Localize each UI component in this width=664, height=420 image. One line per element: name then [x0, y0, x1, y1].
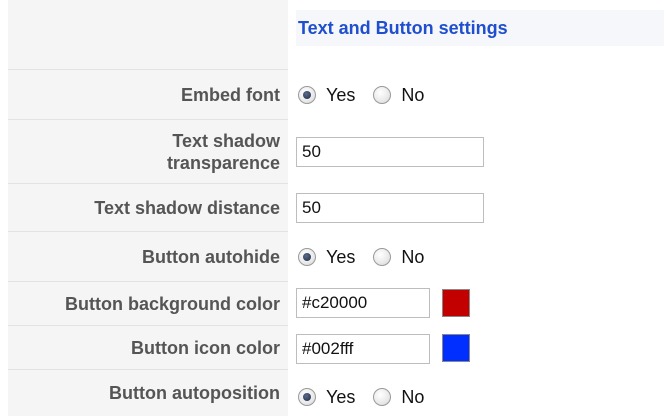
button-icon-color-input[interactable]: #002fff — [296, 334, 430, 364]
button-autohide-yes-label[interactable]: Yes — [326, 247, 355, 268]
embed-font-label: Embed font — [181, 85, 280, 105]
text-shadow-transparence-label: Text shadow transparence — [8, 120, 288, 184]
button-autoposition-label: Button autoposition — [109, 383, 280, 403]
text-shadow-transparence-label-line2: transparence — [166, 153, 280, 173]
button-autohide-no-label[interactable]: No — [401, 247, 424, 268]
embed-font-no-radio[interactable] — [373, 86, 392, 104]
embed-font-yes-radio[interactable] — [298, 86, 316, 104]
button-autoposition-no-radio[interactable] — [373, 388, 392, 406]
embed-font-no-label[interactable]: No — [401, 85, 424, 106]
button-autohide-radio-group: Yes No — [298, 232, 442, 282]
button-icon-color-label: Button icon color — [131, 338, 280, 358]
button-autohide-yes-radio[interactable] — [298, 248, 316, 266]
button-autoposition-no-label[interactable]: No — [401, 387, 424, 408]
text-shadow-transparence-input[interactable]: 50 — [296, 137, 484, 167]
text-shadow-transparence-label-line1: Text shadow — [172, 131, 280, 151]
text-shadow-distance-label: Text shadow distance — [94, 198, 280, 218]
embed-font-radio-group: Yes No — [298, 70, 442, 120]
button-background-color-input[interactable]: #c20000 — [296, 288, 430, 318]
section-title-text: Text and Button settings — [298, 17, 508, 38]
button-icon-color-swatch[interactable] — [442, 334, 470, 362]
embed-font-yes-label[interactable]: Yes — [326, 85, 355, 106]
text-button-settings-panel: Text and Button settings Embed font Yes … — [0, 0, 664, 416]
button-autoposition-radio-group: Yes No — [298, 374, 442, 420]
button-autoposition-yes-radio[interactable] — [298, 388, 316, 406]
button-background-color-label: Button background color — [65, 294, 280, 314]
button-autoposition-yes-label[interactable]: Yes — [326, 387, 355, 408]
text-shadow-distance-input[interactable]: 50 — [296, 193, 484, 223]
button-autohide-label: Button autohide — [142, 247, 280, 267]
button-autohide-no-radio[interactable] — [373, 248, 392, 266]
section-title: Text and Button settings — [296, 10, 664, 46]
button-background-color-swatch[interactable] — [442, 289, 470, 317]
